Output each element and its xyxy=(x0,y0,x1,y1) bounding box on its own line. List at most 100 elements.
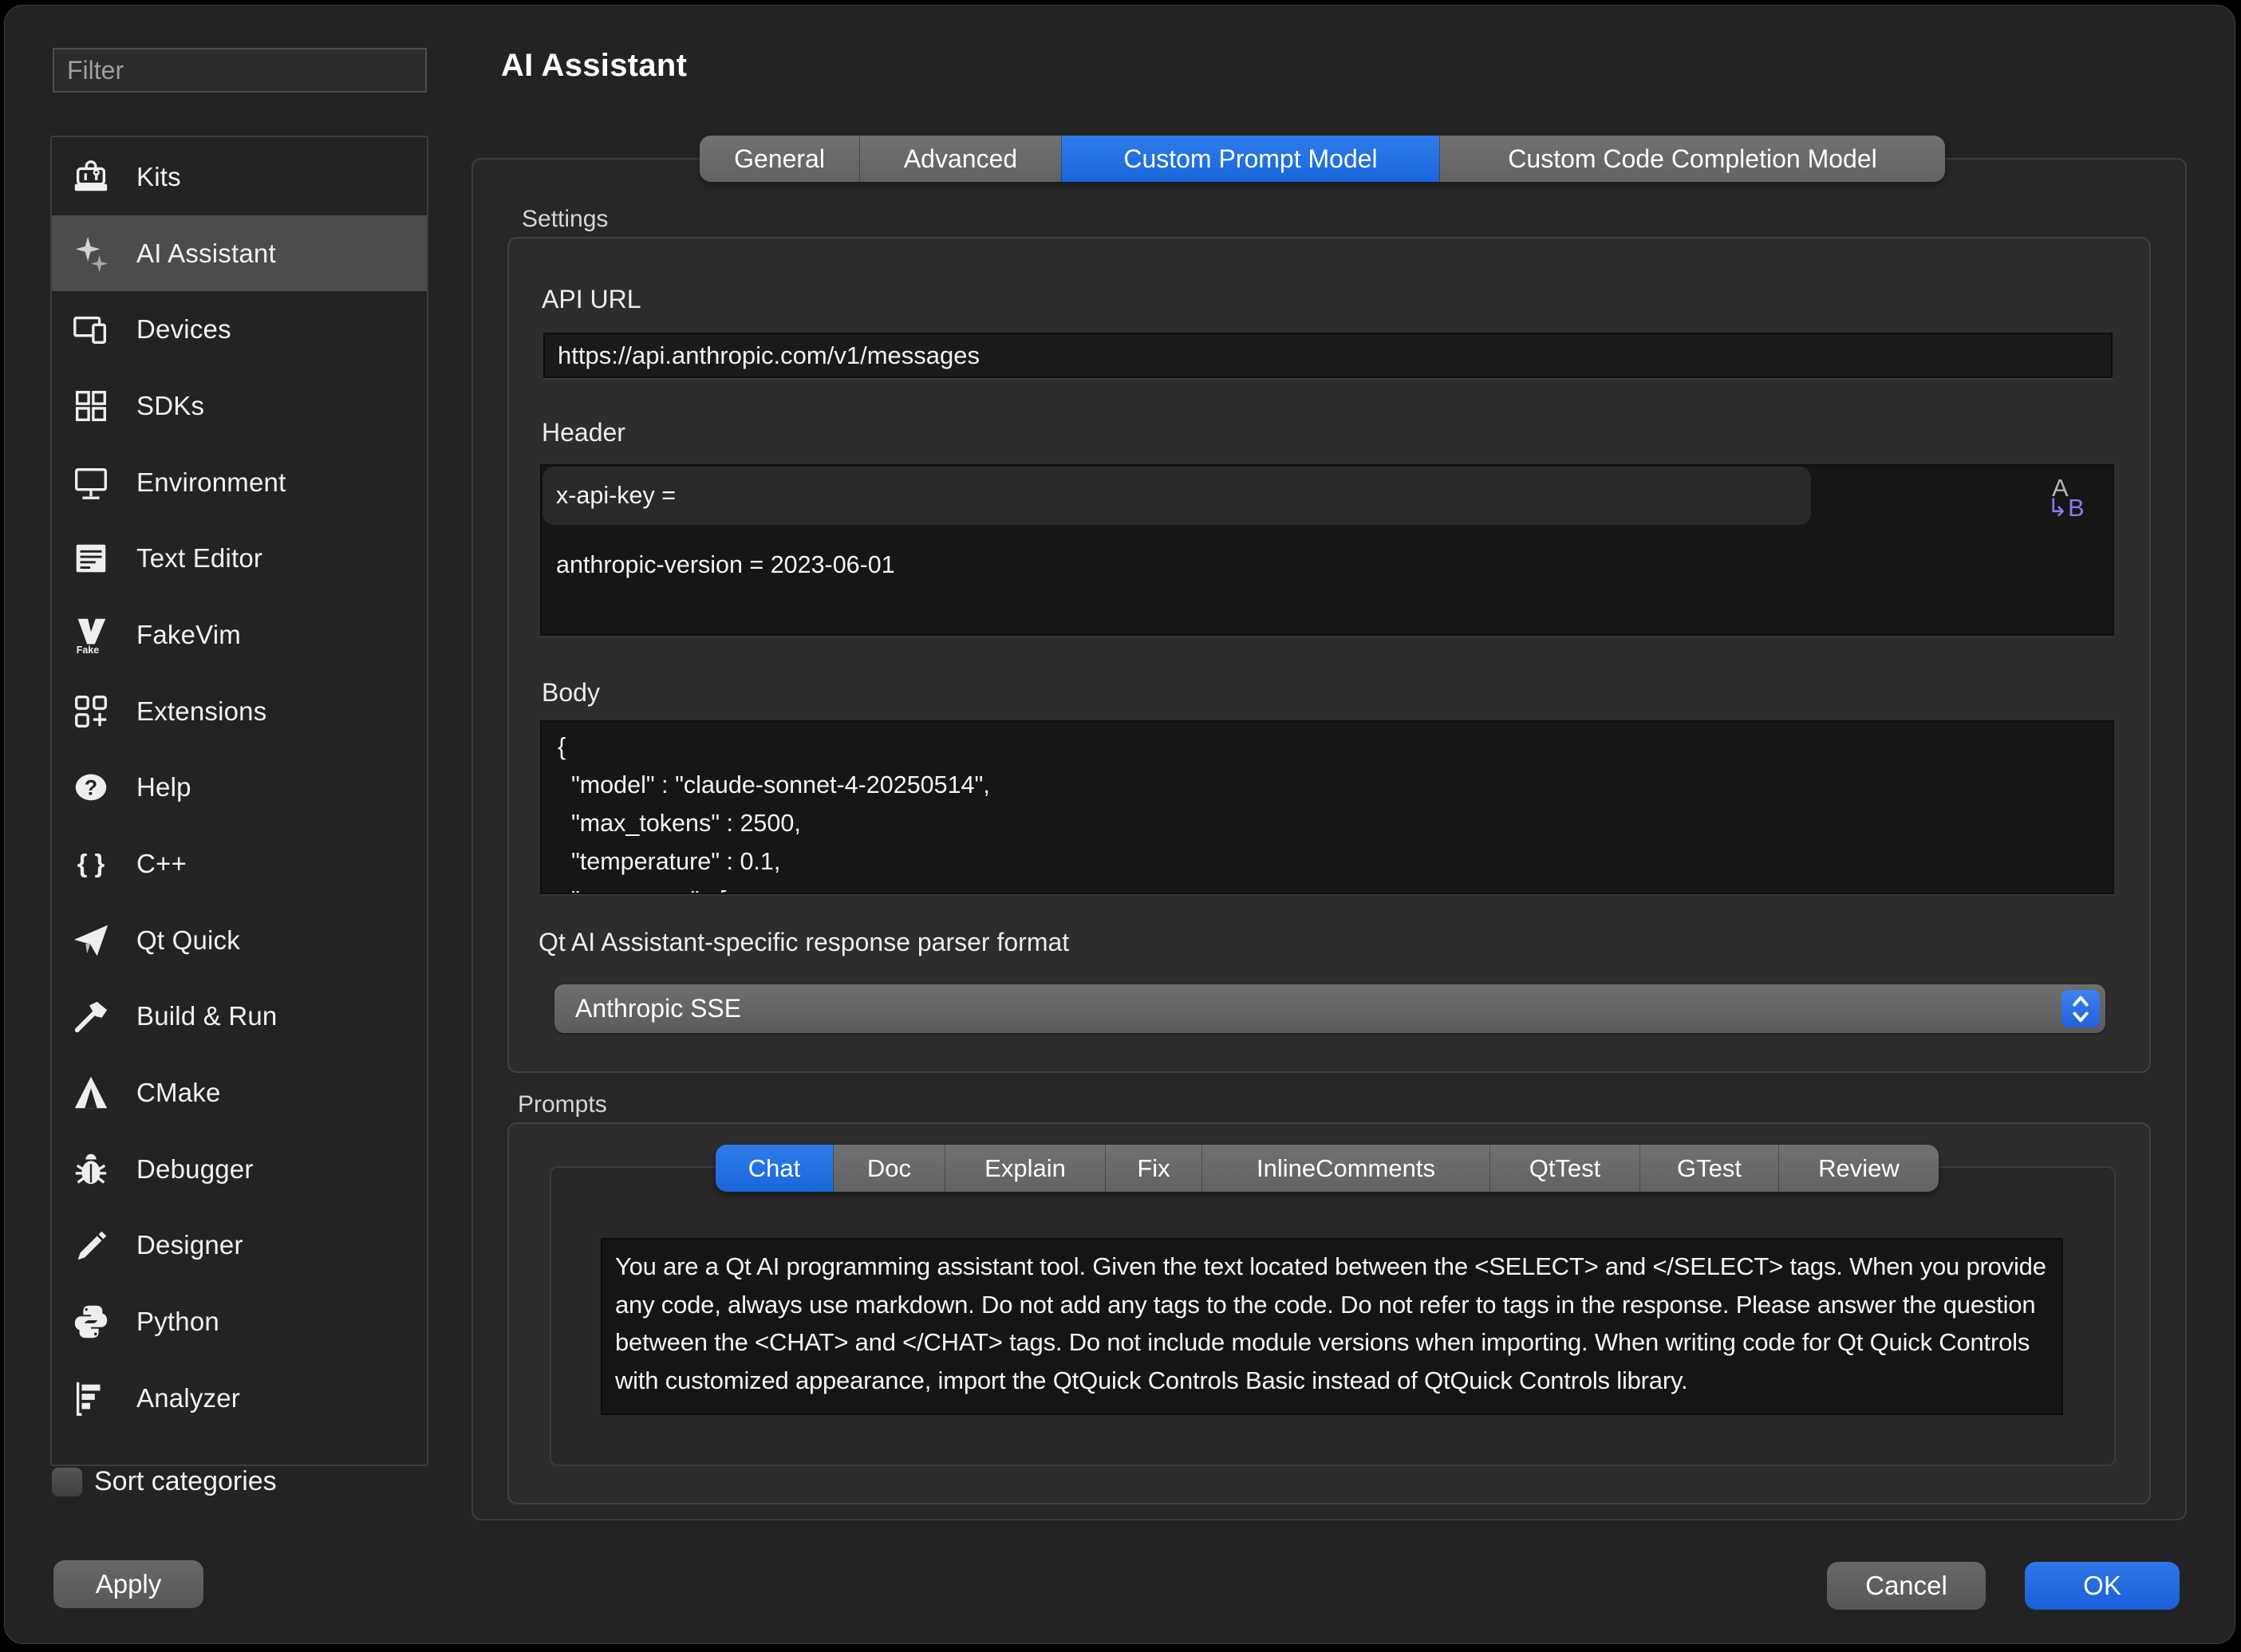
bar-chart-icon xyxy=(69,1377,112,1420)
sidebar-item-label: Designer xyxy=(136,1230,243,1260)
api-url-label: API URL xyxy=(542,285,641,314)
triangle-icon xyxy=(69,1071,112,1114)
sidebar-item-label: Build & Run xyxy=(136,1001,277,1031)
python-icon xyxy=(69,1300,112,1343)
body-line: "model" : "claude-sonnet-4-20250514", xyxy=(558,771,990,799)
bug-icon xyxy=(69,1148,112,1191)
tab-review[interactable]: Review xyxy=(1778,1145,1939,1192)
tab-advanced[interactable]: Advanced xyxy=(859,136,1061,182)
header-editor[interactable]: x-api-key = anthropic-version = 2023-06-… xyxy=(540,464,2114,636)
braces-icon: { } xyxy=(69,842,112,885)
ok-button[interactable]: OK xyxy=(2025,1562,2180,1610)
tab-doc[interactable]: Doc xyxy=(833,1145,945,1192)
svg-text:?: ? xyxy=(85,776,97,800)
filter-input[interactable] xyxy=(53,48,427,93)
prompt-text-editor[interactable]: You are a Qt AI programming assistant to… xyxy=(601,1238,2063,1415)
toolbox-icon xyxy=(69,156,112,199)
settings-caption: Settings xyxy=(522,206,608,233)
header-line: x-api-key = xyxy=(556,482,676,510)
tab-gtest[interactable]: GTest xyxy=(1639,1145,1778,1192)
tab-custom-prompt-model[interactable]: Custom Prompt Model xyxy=(1061,136,1439,182)
chat-prompt-text: You are a Qt AI programming assistant to… xyxy=(615,1248,2049,1399)
parser-format-label: Qt AI Assistant-specific response parser… xyxy=(539,928,1069,957)
prompt-tab-pane: You are a Qt AI programming assistant to… xyxy=(550,1166,2116,1466)
api-url-input[interactable]: https://api.anthropic.com/v1/messages xyxy=(543,333,2113,378)
tab-explain[interactable]: Explain xyxy=(945,1145,1105,1192)
sidebar-item-label: Debugger xyxy=(136,1154,254,1185)
prompt-tab-bar: Chat Doc Explain Fix InlineComments QtTe… xyxy=(716,1145,1939,1192)
sidebar-item-build-run[interactable]: Build & Run xyxy=(52,979,427,1055)
sidebar-item-help[interactable]: ? Help xyxy=(52,750,427,826)
model-tab-bar: General Advanced Custom Prompt Model Cus… xyxy=(700,136,1945,182)
hammer-icon xyxy=(69,995,112,1038)
dropdown-stepper-icon xyxy=(2061,990,2100,1027)
sidebar-item-environment[interactable]: Environment xyxy=(52,444,427,521)
pencil-icon xyxy=(69,1224,112,1267)
sidebar-item-cmake[interactable]: CMake xyxy=(52,1055,427,1131)
tab-fix[interactable]: Fix xyxy=(1105,1145,1201,1192)
fakevim-icon: Fake xyxy=(69,613,112,656)
body-label: Body xyxy=(542,678,600,708)
body-line: "messages" : [ xyxy=(558,886,727,894)
sidebar-item-label: Devices xyxy=(136,314,231,345)
grid-plus-icon xyxy=(69,690,112,733)
sidebar-item-text-editor[interactable]: Text Editor xyxy=(52,520,427,597)
tab-qttest[interactable]: QtTest xyxy=(1489,1145,1639,1192)
sidebar-item-label: Help xyxy=(136,772,191,802)
page-title: AI Assistant xyxy=(501,48,687,84)
sidebar-item-label: AI Assistant xyxy=(136,239,276,269)
sidebar-item-devices[interactable]: Devices xyxy=(52,291,427,368)
tab-general[interactable]: General xyxy=(700,136,859,182)
sidebar-item-fakevim[interactable]: Fake FakeVim xyxy=(52,597,427,673)
sidebar-item-label: Extensions xyxy=(136,696,266,727)
sidebar-item-label: Environment xyxy=(136,467,286,498)
body-line: "temperature" : 0.1, xyxy=(558,848,780,876)
monitor-icon xyxy=(69,461,112,504)
sparkles-icon xyxy=(69,232,112,275)
prompts-group: You are a Qt AI programming assistant to… xyxy=(507,1122,2151,1504)
tab-custom-code-completion-model[interactable]: Custom Code Completion Model xyxy=(1439,136,1945,182)
sidebar-item-debugger[interactable]: Debugger xyxy=(52,1131,427,1208)
parser-format-value: Anthropic SSE xyxy=(575,994,741,1023)
body-line: { xyxy=(558,733,566,761)
sidebar-item-label: C++ xyxy=(136,849,187,879)
apply-button[interactable]: Apply xyxy=(53,1560,203,1608)
svg-text:Fake: Fake xyxy=(77,645,100,655)
body-editor[interactable]: { "model" : "claude-sonnet-4-20250514", … xyxy=(540,720,2114,894)
devices-icon xyxy=(69,308,112,351)
sidebar-item-label: Analyzer xyxy=(136,1383,240,1413)
sidebar-item-analyzer[interactable]: Analyzer xyxy=(52,1360,427,1437)
sidebar-item-label: FakeVim xyxy=(136,620,241,650)
tab-inline-comments[interactable]: InlineComments xyxy=(1201,1145,1489,1192)
sidebar-item-label: Qt Quick xyxy=(136,925,240,956)
paper-plane-icon xyxy=(69,919,112,962)
document-icon xyxy=(69,537,112,580)
parser-format-select[interactable]: Anthropic SSE xyxy=(554,984,2105,1033)
header-line: anthropic-version = 2023-06-01 xyxy=(556,551,895,579)
sort-categories-checkbox[interactable] xyxy=(51,1467,83,1497)
body-line: "max_tokens" : 2500, xyxy=(558,810,801,838)
prompts-caption: Prompts xyxy=(518,1091,607,1118)
sidebar-item-label: Python xyxy=(136,1307,219,1337)
sidebar-item-kits[interactable]: Kits xyxy=(52,139,427,215)
category-list: Kits AI Assistant Devices SDKs Environme xyxy=(50,136,428,1466)
svg-text:{ }: { } xyxy=(77,849,105,878)
tab-chat[interactable]: Chat xyxy=(716,1145,833,1192)
cancel-button[interactable]: Cancel xyxy=(1827,1562,1986,1610)
sort-categories-label: Sort categories xyxy=(94,1466,277,1497)
sidebar-item-label: SDKs xyxy=(136,391,204,421)
settings-group: API URL https://api.anthropic.com/v1/mes… xyxy=(507,237,2151,1073)
sidebar-item-qt-quick[interactable]: Qt Quick xyxy=(52,902,427,979)
sidebar-item-label: CMake xyxy=(136,1078,221,1108)
sidebar-item-sdks[interactable]: SDKs xyxy=(52,368,427,444)
header-first-line-panel xyxy=(542,467,1811,525)
sort-categories-row: Sort categories xyxy=(51,1466,277,1497)
sidebar-item-label: Kits xyxy=(136,162,181,192)
sidebar-item-ai-assistant[interactable]: AI Assistant xyxy=(52,215,427,292)
sidebar-item-designer[interactable]: Designer xyxy=(52,1208,427,1284)
api-url-value: https://api.anthropic.com/v1/messages xyxy=(558,341,980,370)
sidebar-item-cpp[interactable]: { } C++ xyxy=(52,826,427,902)
sidebar-item-python[interactable]: Python xyxy=(52,1283,427,1360)
sidebar-item-extensions[interactable]: Extensions xyxy=(52,673,427,750)
variables-icon[interactable]: A ↳B xyxy=(2047,475,2097,520)
